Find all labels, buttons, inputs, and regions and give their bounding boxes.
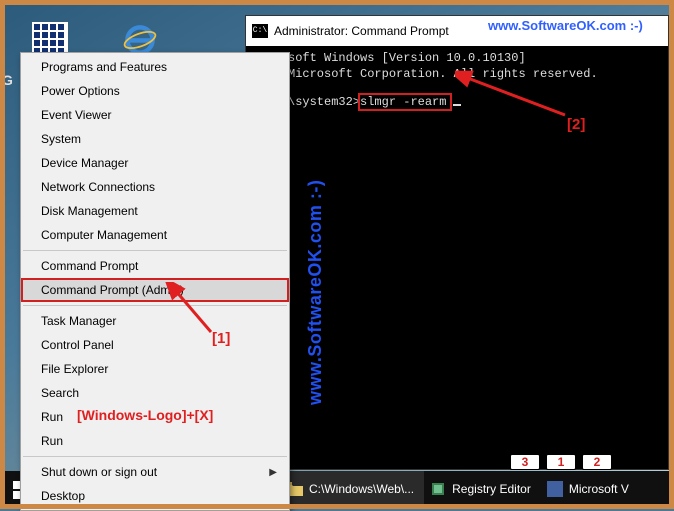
- cmd-cursor: [453, 104, 461, 106]
- menu-item-task-manager[interactable]: Task Manager: [21, 309, 289, 333]
- watermark-top: www.SoftwareOK.com :-): [488, 18, 643, 33]
- task-label: Microsoft V: [569, 482, 629, 496]
- taskbar-task-msv[interactable]: Microsoft V: [541, 471, 639, 509]
- cmd-prompt-line: NDOWS\system32>slmgr -rearm: [252, 94, 662, 110]
- annotation-label-2: [2]: [567, 116, 585, 133]
- task-label: Registry Editor: [452, 482, 531, 496]
- task-label: C:\Windows\Web\...: [309, 482, 414, 496]
- menu-item-command-prompt-admin[interactable]: Command Prompt (Admin): [21, 278, 289, 302]
- stick-figure-1: 1: [546, 424, 576, 470]
- menu-item-power-options[interactable]: Power Options: [21, 79, 289, 103]
- menu-item-shutdown[interactable]: Shut down or sign out ▶: [21, 460, 289, 484]
- cmd-typed-command: slmgr -rearm: [358, 93, 452, 111]
- menu-item-programs-features[interactable]: Programs and Features: [21, 55, 289, 79]
- stick-figure-3: 3: [510, 424, 540, 470]
- menu-item-control-panel[interactable]: Control Panel: [21, 333, 289, 357]
- taskbar-task-regedit[interactable]: Registry Editor: [424, 471, 541, 509]
- menu-item-device-manager[interactable]: Device Manager: [21, 151, 289, 175]
- menu-item-command-prompt[interactable]: Command Prompt: [21, 254, 289, 278]
- menu-separator: [23, 305, 287, 306]
- menu-item-search[interactable]: Search: [21, 381, 289, 405]
- app-icon: [547, 481, 563, 497]
- annotation-shortcut: [Windows-Logo]+[X]: [77, 407, 213, 423]
- chevron-right-icon: ▶: [269, 467, 277, 478]
- annotation-label-1: [1]: [212, 330, 230, 347]
- regedit-icon: [430, 481, 446, 497]
- menu-item-event-viewer[interactable]: Event Viewer: [21, 103, 289, 127]
- taskbar-task-explorer[interactable]: C:\Windows\Web\...: [279, 471, 424, 509]
- menu-item-desktop[interactable]: Desktop: [21, 484, 289, 508]
- menu-item-system[interactable]: System: [21, 127, 289, 151]
- figures-group: 3 1 2: [510, 424, 612, 470]
- menu-separator: [23, 456, 287, 457]
- window-title: Administrator: Command Prompt: [274, 24, 449, 38]
- menu-item-computer-management[interactable]: Computer Management: [21, 223, 289, 247]
- cmd-icon: C:\: [252, 24, 268, 38]
- menu-item-file-explorer[interactable]: File Explorer: [21, 357, 289, 381]
- menu-separator: [23, 250, 287, 251]
- menu-item-run-2[interactable]: Run: [21, 429, 289, 453]
- desktop-text-fragment: G: [2, 72, 13, 88]
- menu-item-network-connections[interactable]: Network Connections: [21, 175, 289, 199]
- winx-context-menu: Programs and Features Power Options Even…: [20, 52, 290, 511]
- menu-item-disk-management[interactable]: Disk Management: [21, 199, 289, 223]
- cmd-version-line: Microsoft Windows [Version 10.0.10130]: [252, 50, 662, 66]
- watermark-vertical: www.SoftwareOK.com :-): [305, 180, 326, 405]
- stick-figure-2: 2: [582, 424, 612, 470]
- cmd-copyright-line: 2015 Microsoft Corporation. All rights r…: [252, 66, 662, 82]
